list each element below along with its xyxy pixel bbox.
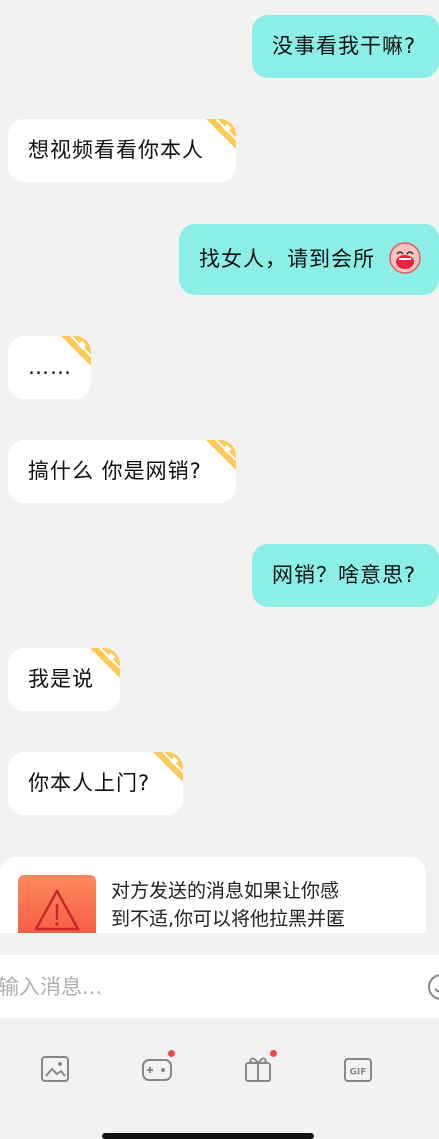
translate-badge-icon[interactable] bbox=[204, 119, 236, 151]
incoming-message-bubble[interactable]: 我是说 bbox=[8, 648, 120, 711]
message-text: 搞什么 你是网销? bbox=[28, 459, 202, 483]
message-text: 我是说 bbox=[28, 667, 94, 691]
outgoing-message-bubble[interactable]: 没事看我干嘛? bbox=[252, 15, 439, 78]
warning-line: 到不适,你可以将他拉黑并匿 bbox=[111, 908, 346, 930]
notification-dot bbox=[270, 1050, 277, 1057]
warning-text: 对方发送的消息如果让你感 到不适,你可以将他拉黑并匿 bbox=[111, 877, 401, 933]
incoming-message-bubble[interactable]: 想视频看看你本人 bbox=[8, 119, 236, 182]
home-indicator[interactable] bbox=[102, 1133, 314, 1139]
laughing-crying-emoji-icon bbox=[388, 242, 421, 274]
incoming-message-bubble[interactable]: 搞什么 你是网销? bbox=[8, 440, 236, 503]
message-text: 没事看我干嘛? bbox=[272, 34, 417, 58]
emoji-icon[interactable] bbox=[426, 972, 439, 1002]
image-icon[interactable] bbox=[37, 1051, 73, 1087]
gif-icon[interactable]: GIF bbox=[340, 1051, 376, 1087]
warning-triangle-icon bbox=[34, 889, 80, 931]
warning-line: 对方发送的消息如果让你感 bbox=[111, 880, 340, 902]
translate-badge-icon[interactable] bbox=[59, 336, 91, 368]
incoming-message-bubble[interactable]: …… bbox=[8, 336, 91, 399]
message-text: 你本人上门? bbox=[28, 771, 151, 795]
message-text: 网销？啥意思? bbox=[272, 563, 417, 587]
outgoing-message-bubble[interactable]: 网销？啥意思? bbox=[252, 544, 439, 607]
outgoing-message-bubble[interactable]: 找女人，请到会所 bbox=[179, 224, 439, 295]
translate-badge-icon[interactable] bbox=[204, 440, 236, 472]
safety-warning-card[interactable]: 对方发送的消息如果让你感 到不适,你可以将他拉黑并匿 bbox=[0, 857, 426, 933]
message-text: 想视频看看你本人 bbox=[28, 138, 204, 162]
message-input-bar bbox=[0, 955, 439, 1018]
incoming-message-bubble[interactable]: 你本人上门? bbox=[8, 752, 183, 815]
notification-dot bbox=[168, 1050, 175, 1057]
message-input[interactable] bbox=[0, 955, 408, 1018]
message-text: 找女人，请到会所 bbox=[199, 247, 375, 271]
svg-text:GIF: GIF bbox=[350, 1068, 367, 1078]
translate-badge-icon[interactable] bbox=[88, 648, 120, 680]
translate-badge-icon[interactable] bbox=[151, 752, 183, 784]
warning-icon-tile bbox=[18, 875, 96, 933]
